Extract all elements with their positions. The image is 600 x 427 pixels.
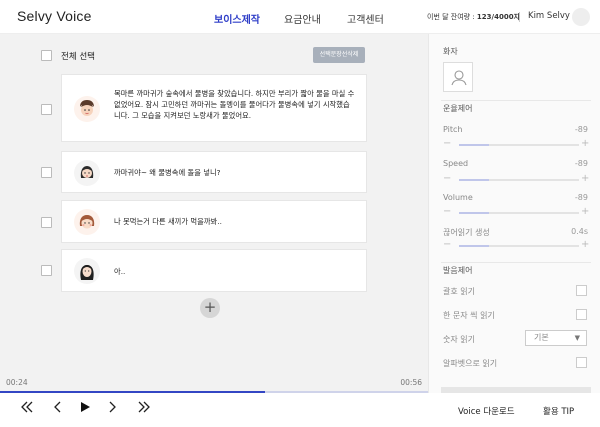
pronunciation-control-label: 발음제어: [443, 266, 473, 275]
woman-longhair-avatar-icon: [74, 258, 100, 284]
alphabet-read-label: 알파벳으로 읽기: [443, 359, 498, 368]
sentence-checkbox[interactable]: [41, 217, 52, 228]
plus-icon[interactable]: +: [581, 139, 589, 149]
app-logo[interactable]: Selvy Voice: [17, 8, 92, 24]
number-read-select[interactable]: 기본 ▼: [525, 330, 587, 346]
current-time: 00:24: [6, 378, 28, 387]
plus-icon[interactable]: +: [581, 174, 589, 184]
settings-panel: 화자 운율제어 Pitch -89 − + Speed -89 − + Volu…: [428, 34, 600, 393]
total-time: 00:56: [400, 378, 422, 387]
select-all-checkbox[interactable]: [41, 50, 52, 61]
pause-slider[interactable]: [459, 245, 579, 247]
rewind-icon[interactable]: [20, 400, 34, 418]
volume-slider[interactable]: [459, 212, 579, 214]
pause-slider-fill: [459, 245, 489, 247]
pause-label: 끊어읽기 생성: [443, 228, 490, 237]
divider: [441, 100, 591, 101]
volume-value: -89: [574, 193, 588, 202]
voice-download-button[interactable]: Voice 다운로드: [458, 405, 515, 417]
sentence-checkbox[interactable]: [41, 104, 52, 115]
sentence-card[interactable]: 까마귀야~ 왜 물병속에 돌을 넣니?: [61, 151, 367, 193]
divider: [519, 12, 520, 22]
previous-icon[interactable]: [52, 400, 62, 418]
plus-icon[interactable]: +: [581, 207, 589, 217]
apply-button[interactable]: [441, 387, 591, 393]
plus-icon[interactable]: +: [581, 240, 589, 250]
delete-selected-button[interactable]: 선택문장선삭제: [313, 47, 365, 63]
sentence-card[interactable]: 목마른 까마귀가 숲속에서 물병을 찾았습니다. 하지만 부리가 짧아 물을 마…: [61, 74, 367, 142]
divider: [441, 262, 591, 263]
person-icon: [451, 70, 467, 86]
minus-icon[interactable]: −: [443, 139, 451, 149]
number-read-label: 숫자 읽기: [443, 335, 475, 344]
select-all-label: 전체 선택: [61, 52, 95, 62]
usage-value: 123/4000자: [476, 13, 521, 21]
sentence-text[interactable]: 아..: [114, 266, 356, 277]
number-read-select-value: 기본: [534, 333, 549, 342]
sentence-list-area: 전체 선택 선택문장선삭제 목마른 까마귀가 숲속에서 물병을 찾았습니다. 하…: [0, 34, 428, 392]
pitch-slider-fill: [459, 144, 489, 146]
bracket-read-checkbox[interactable]: [576, 285, 587, 296]
volume-slider-fill: [459, 212, 489, 214]
usage-tip-button[interactable]: 활용 TIP: [543, 405, 574, 417]
nav-customer-center[interactable]: 고객센터: [347, 11, 384, 26]
usage-remaining: 이번 달 잔여량 : 123/4000자: [427, 12, 520, 22]
minus-icon[interactable]: −: [443, 240, 451, 250]
speed-slider[interactable]: [459, 179, 579, 181]
pitch-slider[interactable]: [459, 144, 579, 146]
speed-value: -89: [574, 159, 588, 168]
sentence-checkbox[interactable]: [41, 167, 52, 178]
play-icon[interactable]: [79, 400, 91, 418]
nav-pricing[interactable]: 요금안내: [284, 11, 321, 26]
woman-avatar-icon: [74, 160, 100, 186]
minus-icon[interactable]: −: [443, 207, 451, 217]
sentence-text[interactable]: 까마귀야~ 왜 물병속에 돌을 넣니?: [114, 167, 356, 178]
next-icon[interactable]: [108, 400, 118, 418]
pitch-value: -89: [574, 125, 588, 134]
top-bar: Selvy Voice 보이스제작 요금안내 고객센터 이번 달 잔여량 : 1…: [0, 0, 600, 34]
sentence-card[interactable]: 아..: [61, 249, 367, 292]
volume-label: Volume: [443, 193, 473, 202]
sentence-card[interactable]: 나 못먹는거 다른 새끼가 먹을까봐..: [61, 200, 367, 243]
user-name[interactable]: Kim Selvy: [528, 11, 570, 21]
sentence-checkbox[interactable]: [41, 265, 52, 276]
girl-avatar-icon: [74, 209, 100, 235]
char-read-label: 한 문자 씩 읽기: [443, 311, 495, 320]
usage-prefix: 이번 달 잔여량 :: [427, 13, 475, 21]
speed-label: Speed: [443, 159, 469, 168]
pause-value: 0.4s: [571, 227, 588, 236]
tone-control-label: 운율제어: [443, 104, 473, 113]
bottom-bar: Voice 다운로드 활용 TIP: [0, 393, 600, 427]
alphabet-read-checkbox[interactable]: [576, 357, 587, 368]
pitch-label: Pitch: [443, 125, 463, 134]
char-read-checkbox[interactable]: [576, 309, 587, 320]
sentence-text[interactable]: 목마른 까마귀가 숲속에서 물병을 찾았습니다. 하지만 부리가 짧아 물을 마…: [114, 88, 356, 121]
fast-forward-icon[interactable]: [137, 400, 151, 418]
boy-avatar-icon: [74, 96, 100, 122]
user-avatar[interactable]: [572, 8, 590, 26]
nav-voice-production[interactable]: 보이스제작: [214, 11, 260, 26]
speed-slider-fill: [459, 179, 489, 181]
minus-icon[interactable]: −: [443, 174, 451, 184]
speaker-select[interactable]: [443, 62, 473, 92]
sentence-text[interactable]: 나 못먹는거 다른 새끼가 먹을까봐..: [114, 216, 356, 227]
bracket-read-label: 괄호 읽기: [443, 287, 475, 296]
add-sentence-button[interactable]: +: [200, 298, 220, 318]
chevron-down-icon: ▼: [574, 334, 580, 342]
speaker-label: 화자: [443, 47, 458, 56]
